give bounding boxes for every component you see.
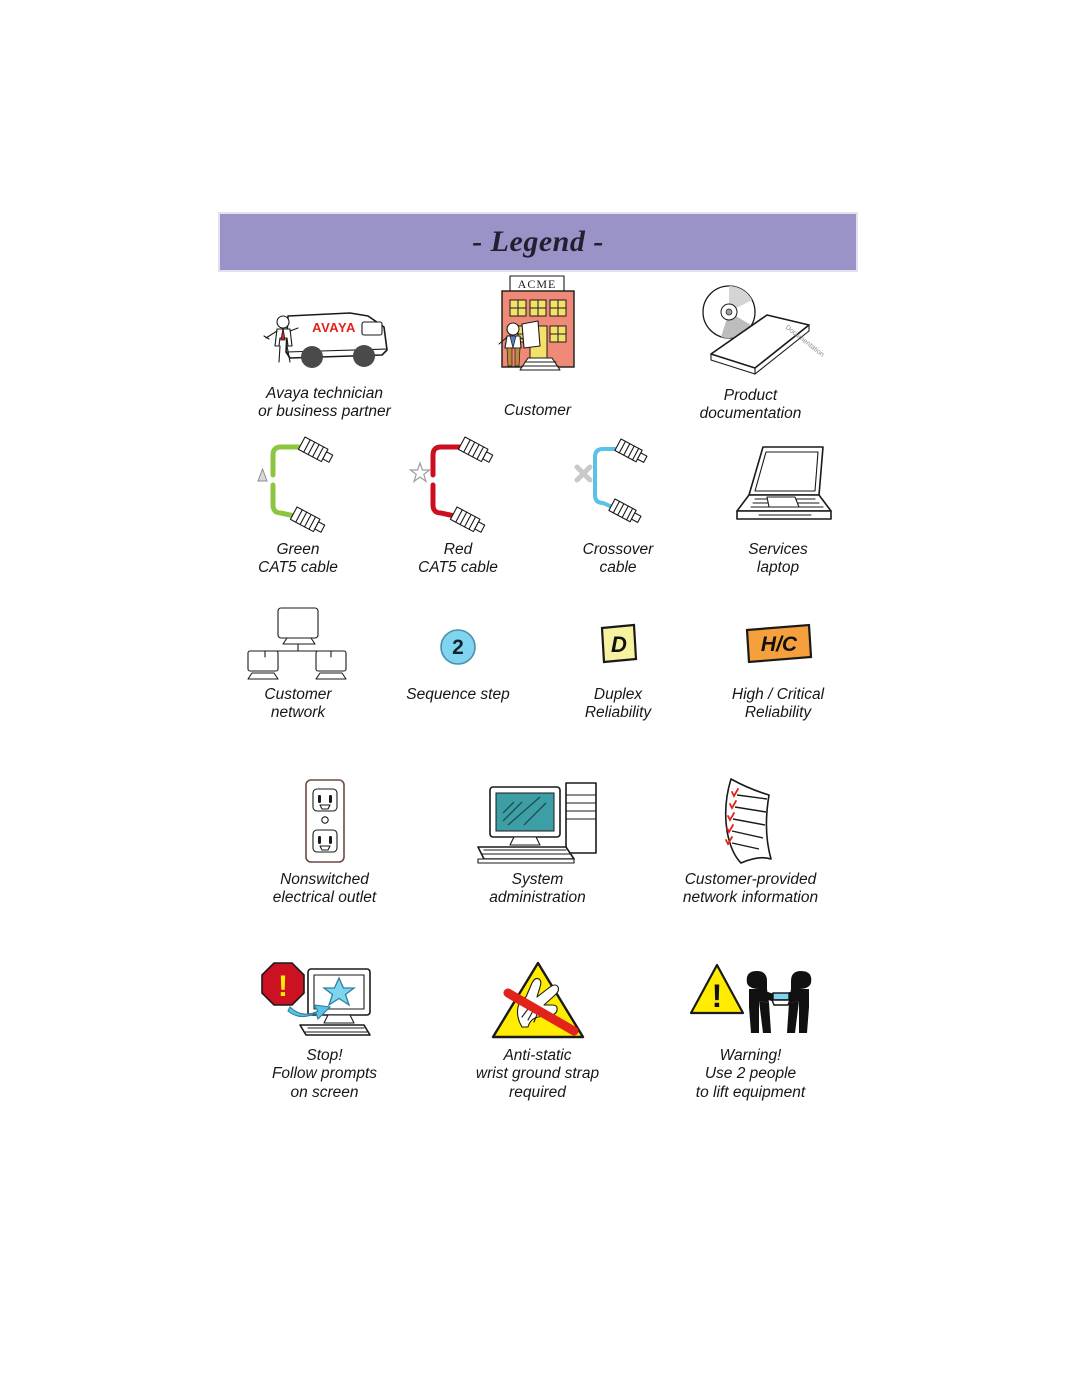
legend-item-label: Duplex Reliability (584, 686, 652, 722)
services-laptop-icon (719, 432, 837, 537)
legend-grid: AVAYA Avaya technician or business partn… (218, 275, 858, 1137)
legend-item-avaya-technician: AVAYA Avaya technician or business partn… (218, 282, 431, 422)
sequence-step-icon: 2 (428, 612, 488, 682)
legend-item-crossover-cable: Crossover cable (538, 432, 698, 578)
page-title: - Legend - (472, 225, 604, 258)
legend-row: Customer network 2 Sequence step D Duple… (218, 607, 858, 777)
legend-page: - Legend - AVAYA Avaya technician or bus… (0, 0, 1080, 1397)
svg-text:!: ! (278, 970, 288, 1003)
product-documentation-icon: Documentation (681, 282, 825, 382)
legend-item-duplex-reliability: D Duplex Reliability (538, 612, 698, 723)
legend-banner: - Legend - (218, 212, 858, 272)
legend-item-label: Sequence step (406, 686, 510, 703)
legend-item-label: Customer (503, 402, 572, 419)
legend-item-anti-static: Anti-static wrist ground strap required (431, 957, 644, 1102)
legend-item-high-critical-reliability: H/C High / Critical Reliability (698, 612, 858, 723)
high-critical-reliability-icon: H/C (737, 612, 819, 682)
duplex-badge-text: D (611, 632, 627, 657)
duplex-reliability-icon: D (585, 612, 651, 682)
legend-item-network-information: Customer-provided network information (644, 777, 857, 908)
legend-item-red-cat5-cable: Red CAT5 cable (378, 432, 538, 578)
legend-item-services-laptop: Services laptop (698, 432, 858, 578)
legend-item-customer: ACME Customer (431, 275, 644, 420)
legend-item-two-person-lift: ! Warning! Use 2 people to lift equipmen… (644, 957, 857, 1102)
legend-item-label: Stop! Follow prompts on screen (271, 1047, 378, 1101)
stop-follow-prompts-icon: ! (260, 957, 390, 1043)
legend-item-label: Product documentation (699, 387, 802, 423)
svg-text:ACME: ACME (517, 277, 556, 291)
legend-item-label: Warning! Use 2 people to lift equipment (695, 1047, 806, 1101)
sequence-step-number: 2 (452, 636, 464, 659)
legend-item-label: Services laptop (748, 541, 808, 577)
svg-text:!: ! (711, 978, 722, 1014)
electrical-outlet-icon (287, 777, 363, 867)
legend-item-sequence-step: 2 Sequence step (378, 612, 538, 704)
svg-text:AVAYA: AVAYA (312, 320, 356, 335)
legend-item-electrical-outlet: Nonswitched electrical outlet (218, 777, 431, 908)
legend-item-label: High / Critical Reliability (731, 686, 825, 722)
legend-item-label: Avaya technician or business partner (258, 385, 391, 421)
avaya-van-technician-icon: AVAYA (250, 282, 400, 382)
legend-row: AVAYA Avaya technician or business partn… (218, 275, 858, 432)
legend-item-label: Crossover cable (582, 541, 654, 577)
green-cat5-cable-icon (243, 432, 353, 537)
legend-item-customer-network: Customer network (218, 607, 378, 723)
two-person-lift-warning-icon: ! (687, 957, 815, 1043)
acme-customer-building-icon: ACME (478, 275, 598, 382)
legend-item-stop-follow-prompts: ! Stop! Follow prompts on screen (218, 957, 431, 1102)
legend-row: ! Stop! Follow prompts on screen Anti-st… (218, 957, 858, 1137)
legend-item-label: Green CAT5 cable (258, 541, 338, 577)
network-information-checklist-icon (701, 777, 801, 867)
customer-network-icon (243, 607, 353, 682)
legend-item-label: Nonswitched electrical outlet (272, 871, 377, 907)
system-administration-icon (470, 777, 605, 867)
legend-item-label: Anti-static wrist ground strap required (475, 1047, 600, 1101)
legend-item-label: Customer network (264, 686, 332, 722)
red-cat5-cable-icon (403, 432, 513, 537)
legend-row: Nonswitched electrical outlet System adm… (218, 777, 858, 957)
legend-item-product-documentation: Documentation Product documentation (644, 282, 857, 424)
high-critical-badge-text: H/C (761, 633, 798, 656)
legend-item-label: Customer-provided network information (682, 871, 819, 907)
anti-static-warning-icon (488, 957, 588, 1043)
legend-item-label: System administration (489, 871, 586, 907)
legend-row: Green CAT5 cable Red CAT5 cable Crossove… (218, 432, 858, 612)
legend-item-system-administration: System administration (431, 777, 644, 908)
legend-item-label: Red CAT5 cable (418, 541, 498, 577)
crossover-cable-icon (563, 432, 673, 537)
legend-item-green-cat5-cable: Green CAT5 cable (218, 432, 378, 578)
